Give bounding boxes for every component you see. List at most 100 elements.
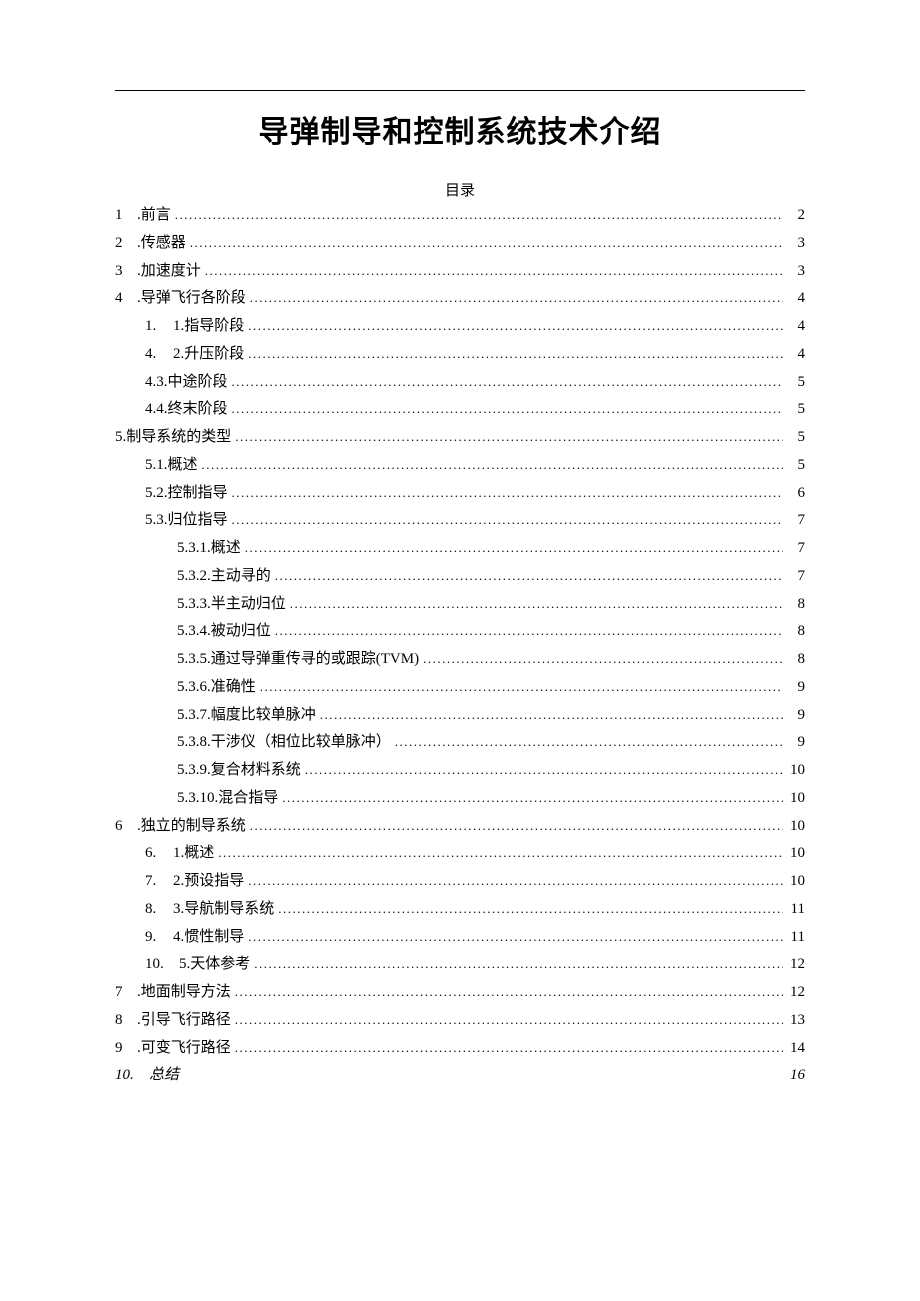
toc-entry-label: 4.惯性制导	[167, 924, 244, 952]
toc-entry-number: 3	[115, 258, 137, 286]
toc-entry-number: 2	[115, 230, 137, 258]
toc-entry-page: 3	[783, 230, 805, 258]
toc-leader-dots	[171, 202, 783, 230]
toc-entry-page: 4	[783, 341, 805, 369]
toc-leader-dots	[244, 868, 783, 896]
toc-entry-page: 16	[783, 1062, 805, 1090]
toc-leader-dots	[278, 785, 783, 813]
toc-leader-dots	[250, 951, 783, 979]
toc-entry-page: 10	[783, 785, 805, 813]
toc-entry-page: 3	[783, 258, 805, 286]
toc-entry-label: 5.3.10.混合指导	[177, 785, 278, 813]
toc-leader-dots	[214, 840, 783, 868]
toc-entry: 5.3.5.通过导弹重传寻的或跟踪(TVM) 8	[115, 646, 805, 674]
toc-leader-dots	[244, 924, 783, 952]
toc-leader-dots	[231, 424, 783, 452]
toc-entry-page: 8	[783, 618, 805, 646]
toc-entry: 4.导弹飞行各阶段4	[115, 285, 805, 313]
toc-entry: 7.地面制导方法12	[115, 979, 805, 1007]
toc-entry-label: 1.概述	[167, 840, 214, 868]
top-rule	[115, 90, 805, 91]
toc-entry-page: 11	[783, 896, 805, 924]
toc-entry-label: 1.指导阶段	[167, 313, 244, 341]
toc-entry: 5.3.7.幅度比较单脉冲 9	[115, 702, 805, 730]
toc-entry-label: 5.3.1.概述	[177, 535, 241, 563]
toc-entry: 5.3.8.干涉仪（相位比较单脉冲）9	[115, 729, 805, 757]
toc-entry-label: 5.3.4.被动归位	[177, 618, 271, 646]
toc-entry-page: 13	[783, 1007, 805, 1035]
toc-entry-label: 5.3.7.幅度比较单脉冲	[177, 702, 316, 730]
toc-entry: 5.3.1.概述 7	[115, 535, 805, 563]
toc-entry-page: 9	[783, 674, 805, 702]
toc-leader-dots	[271, 563, 783, 591]
toc-entry-number: 7.	[145, 868, 167, 896]
toc-entry-number: 1.	[145, 313, 167, 341]
toc-entry: 5.3.2.主动寻的7	[115, 563, 805, 591]
toc-entry: 4.2.升压阶段 4	[115, 341, 805, 369]
document-page: 导弹制导和控制系统技术介绍 目录 1.前言22.传感器33.加速度计34.导弹飞…	[0, 0, 920, 1150]
toc-leader-dots	[246, 813, 783, 841]
toc-entry: 5.1.概述5	[115, 452, 805, 480]
toc-entry-label: 5.3.归位指导	[145, 507, 228, 535]
toc-entry-number: 6.	[145, 840, 167, 868]
toc-entry: 1.前言2	[115, 202, 805, 230]
toc-entry-page: 12	[783, 979, 805, 1007]
toc-entry-label: 总结	[149, 1062, 783, 1090]
toc-entry-label: 5.1.概述	[145, 452, 198, 480]
table-of-contents: 1.前言22.传感器33.加速度计34.导弹飞行各阶段41.1.指导阶段44.2…	[115, 202, 805, 1062]
toc-entry: 10.5.天体参考12	[115, 951, 805, 979]
toc-entry-page: 14	[783, 1035, 805, 1063]
toc-entry-page: 7	[783, 535, 805, 563]
toc-entry-number: 4.	[145, 341, 167, 369]
toc-leader-dots	[286, 591, 783, 619]
toc-entry: 6.独立的制导系统10	[115, 813, 805, 841]
toc-entry-label: 3.导航制导系统	[167, 896, 274, 924]
toc-entry-page: 2	[783, 202, 805, 230]
toc-entry-number: 4	[115, 285, 137, 313]
toc-entry: 5.制导系统的类型5	[115, 424, 805, 452]
toc-entry-label: .前言	[137, 202, 171, 230]
document-title: 导弹制导和控制系统技术介绍	[115, 107, 805, 151]
toc-entry-page: 11	[783, 924, 805, 952]
toc-leader-dots	[391, 729, 783, 757]
toc-entry-page: 8	[783, 591, 805, 619]
toc-entry: 4.4.终末阶段 5	[115, 396, 805, 424]
toc-entry-page: 5	[783, 396, 805, 424]
toc-leader-dots	[419, 646, 783, 674]
toc-entry-label: .引导飞行路径	[137, 1007, 231, 1035]
toc-entry-number: 8	[115, 1007, 137, 1035]
toc-entry: 8.3.导航制导系统11	[115, 896, 805, 924]
toc-entry: 6.1.概述 10	[115, 840, 805, 868]
toc-entry: 7.2.预设指导10	[115, 868, 805, 896]
toc-leader-dots	[186, 230, 783, 258]
toc-entry-label: 5.3.5.通过导弹重传寻的或跟踪(TVM)	[177, 646, 419, 674]
toc-entry-label: 4.4.终末阶段	[145, 396, 228, 424]
toc-entry-label: 5.3.3.半主动归位	[177, 591, 286, 619]
toc-entry-page: 10	[783, 840, 805, 868]
toc-entry-number: 6	[115, 813, 137, 841]
toc-entry-page: 4	[783, 313, 805, 341]
toc-entry-page: 4	[783, 285, 805, 313]
toc-entry-label: 5.2.控制指导	[145, 480, 228, 508]
toc-leader-dots	[246, 285, 783, 313]
toc-entry-page: 8	[783, 646, 805, 674]
toc-entry-page: 9	[783, 702, 805, 730]
toc-entry: 2.传感器3	[115, 230, 805, 258]
toc-entry: 4.3.中途阶段 5	[115, 369, 805, 397]
toc-entry: 8.引导飞行路径 13	[115, 1007, 805, 1035]
toc-entry-label: 2.升压阶段	[167, 341, 244, 369]
toc-entry-label: .独立的制导系统	[137, 813, 246, 841]
toc-leader-dots	[301, 757, 783, 785]
toc-entry-page: 12	[783, 951, 805, 979]
toc-entry-page: 5	[783, 424, 805, 452]
toc-entry-page: 5	[783, 369, 805, 397]
toc-entry-number: 9	[115, 1035, 137, 1063]
toc-entry-label: 4.3.中途阶段	[145, 369, 228, 397]
toc-entry-page: 10	[783, 868, 805, 896]
toc-entry-label: 5.3.9.复合材料系统	[177, 757, 301, 785]
toc-entry: 3.加速度计3	[115, 258, 805, 286]
toc-entry-page: 6	[783, 480, 805, 508]
toc-leader-dots	[244, 313, 783, 341]
toc-leader-dots	[256, 674, 783, 702]
toc-leader-dots	[244, 341, 783, 369]
